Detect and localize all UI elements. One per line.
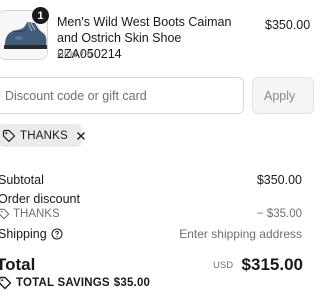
quantity-badge: 1: [32, 7, 49, 24]
total-savings: TOTAL SAVINGS $35.00: [0, 276, 150, 290]
line-item: 1 Men's Wild West Boots Caiman and Ostri…: [0, 4, 310, 62]
discount-code-name: THANKS: [13, 208, 60, 220]
apply-discount-button[interactable]: Apply: [252, 77, 314, 114]
shipping-row: Shipping Enter shipping address: [0, 227, 302, 241]
tag-icon: [2, 129, 16, 143]
total-amount: $315.00: [241, 255, 303, 274]
help-circle-icon[interactable]: [51, 228, 63, 240]
currency-code: USD: [213, 260, 234, 271]
close-icon[interactable]: [74, 129, 88, 143]
tag-icon: [0, 276, 12, 290]
product-variant: Blue / 6: [57, 48, 93, 60]
total-label: Total: [0, 255, 36, 274]
subtotal-value: $350.00: [256, 173, 302, 187]
total-value: USD $315.00: [213, 255, 303, 275]
subtotal-row: Subtotal $350.00: [0, 173, 302, 187]
discount-code-input[interactable]: [0, 77, 244, 114]
applied-code-label: THANKS: [20, 129, 68, 142]
order-discount-row: Order discount: [0, 192, 302, 206]
savings-amount: $35.00: [113, 277, 151, 289]
discount-amount: − $35.00: [256, 208, 302, 220]
shipping-label: Shipping: [0, 227, 47, 241]
subtotal-label: Subtotal: [0, 173, 44, 187]
discount-code-row: THANKS − $35.00: [0, 208, 302, 223]
applied-discount-chip: THANKS: [0, 124, 85, 147]
product-price: $350.00: [265, 18, 311, 32]
order-discount-label: Order discount: [0, 192, 80, 206]
shipping-value: Enter shipping address: [179, 227, 302, 241]
tag-icon: [0, 208, 10, 220]
savings-label: TOTAL SAVINGS: [16, 277, 110, 289]
